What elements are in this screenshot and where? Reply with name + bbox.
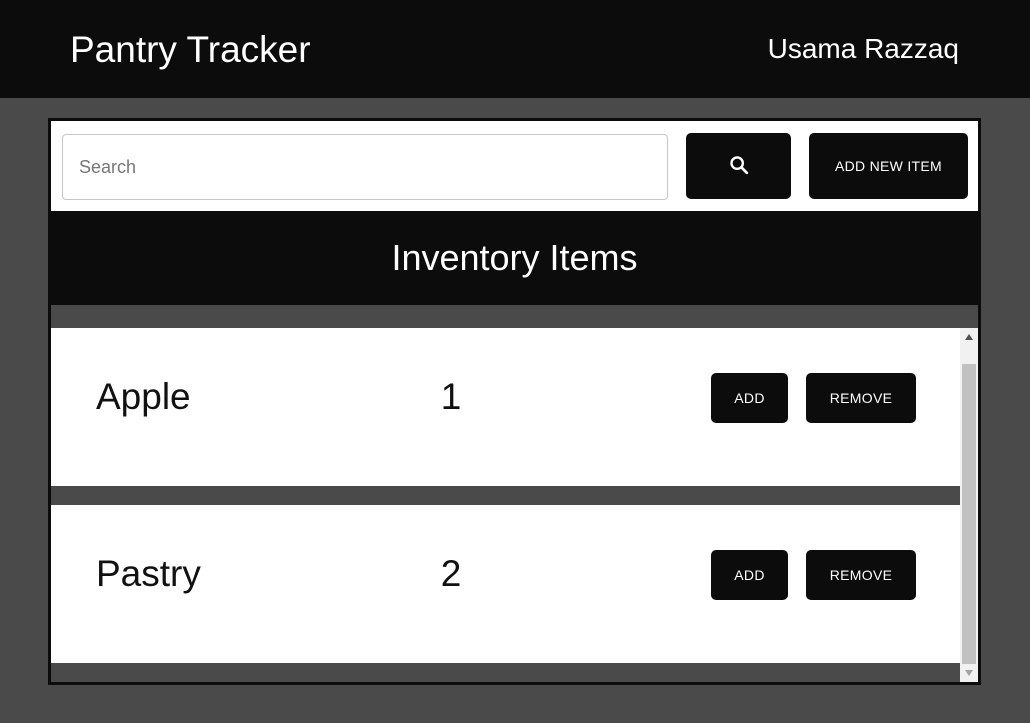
remove-button[interactable]: REMOVE bbox=[806, 550, 916, 600]
scroll-up-arrow-icon[interactable] bbox=[965, 334, 973, 340]
app-title: Pantry Tracker bbox=[70, 29, 311, 70]
add-button[interactable]: ADD bbox=[711, 373, 788, 423]
inventory-list: Apple 1 ADD REMOVE Pastry 2 ADD REMOVE bbox=[51, 328, 978, 682]
inventory-item-row: Apple 1 ADD REMOVE bbox=[51, 328, 960, 486]
inventory-header: Inventory Items bbox=[51, 211, 978, 305]
search-icon bbox=[728, 154, 750, 179]
scroll-down-arrow-icon[interactable] bbox=[965, 670, 973, 676]
add-new-item-button[interactable]: ADD NEW ITEM bbox=[809, 133, 968, 199]
scrollbar-thumb[interactable] bbox=[962, 364, 976, 664]
search-bar: ADD NEW ITEM bbox=[51, 121, 978, 211]
item-name: Apple bbox=[96, 376, 191, 417]
app-header: Pantry Tracker Usama Razzaq bbox=[0, 0, 1030, 98]
search-button[interactable] bbox=[686, 133, 791, 199]
item-name: Pastry bbox=[96, 553, 201, 594]
vertical-scrollbar[interactable] bbox=[960, 328, 978, 682]
item-quantity: 1 bbox=[440, 376, 462, 417]
remove-button[interactable]: REMOVE bbox=[806, 373, 916, 423]
inventory-panel: ADD NEW ITEM Inventory Items Apple 1 ADD… bbox=[48, 118, 981, 685]
inventory-title: Inventory Items bbox=[391, 237, 638, 278]
add-button[interactable]: ADD bbox=[711, 550, 788, 600]
user-name[interactable]: Usama Razzaq bbox=[768, 31, 959, 67]
inventory-item-row: Pastry 2 ADD REMOVE bbox=[51, 505, 960, 663]
item-quantity: 2 bbox=[440, 553, 462, 594]
search-input[interactable] bbox=[62, 134, 668, 200]
